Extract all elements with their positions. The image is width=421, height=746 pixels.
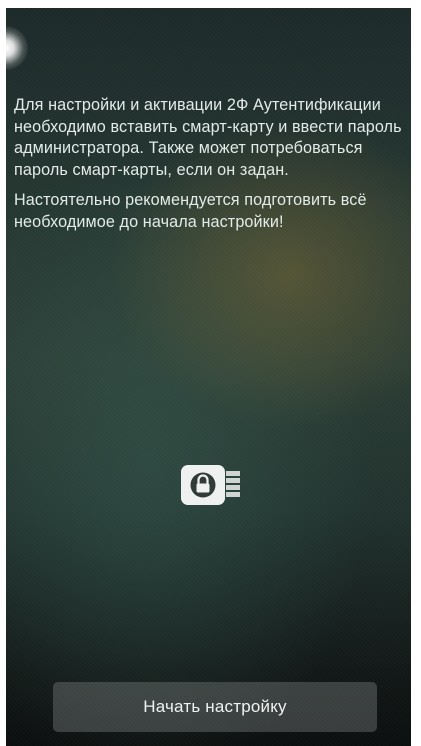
recommendation-text: Настоятельно рекомендуется подготовить в… <box>14 191 367 231</box>
start-setup-button[interactable]: Начать настройку <box>53 682 377 732</box>
smart-card-lock-icon <box>179 463 249 509</box>
instruction-text: Для настройки и активации 2Ф Аутентифика… <box>14 96 402 179</box>
light-glow <box>6 26 28 70</box>
setup-screen: Для настройки и активации 2Ф Аутентифика… <box>6 8 411 746</box>
instructions: Для настройки и активации 2Ф Аутентифика… <box>14 95 406 242</box>
